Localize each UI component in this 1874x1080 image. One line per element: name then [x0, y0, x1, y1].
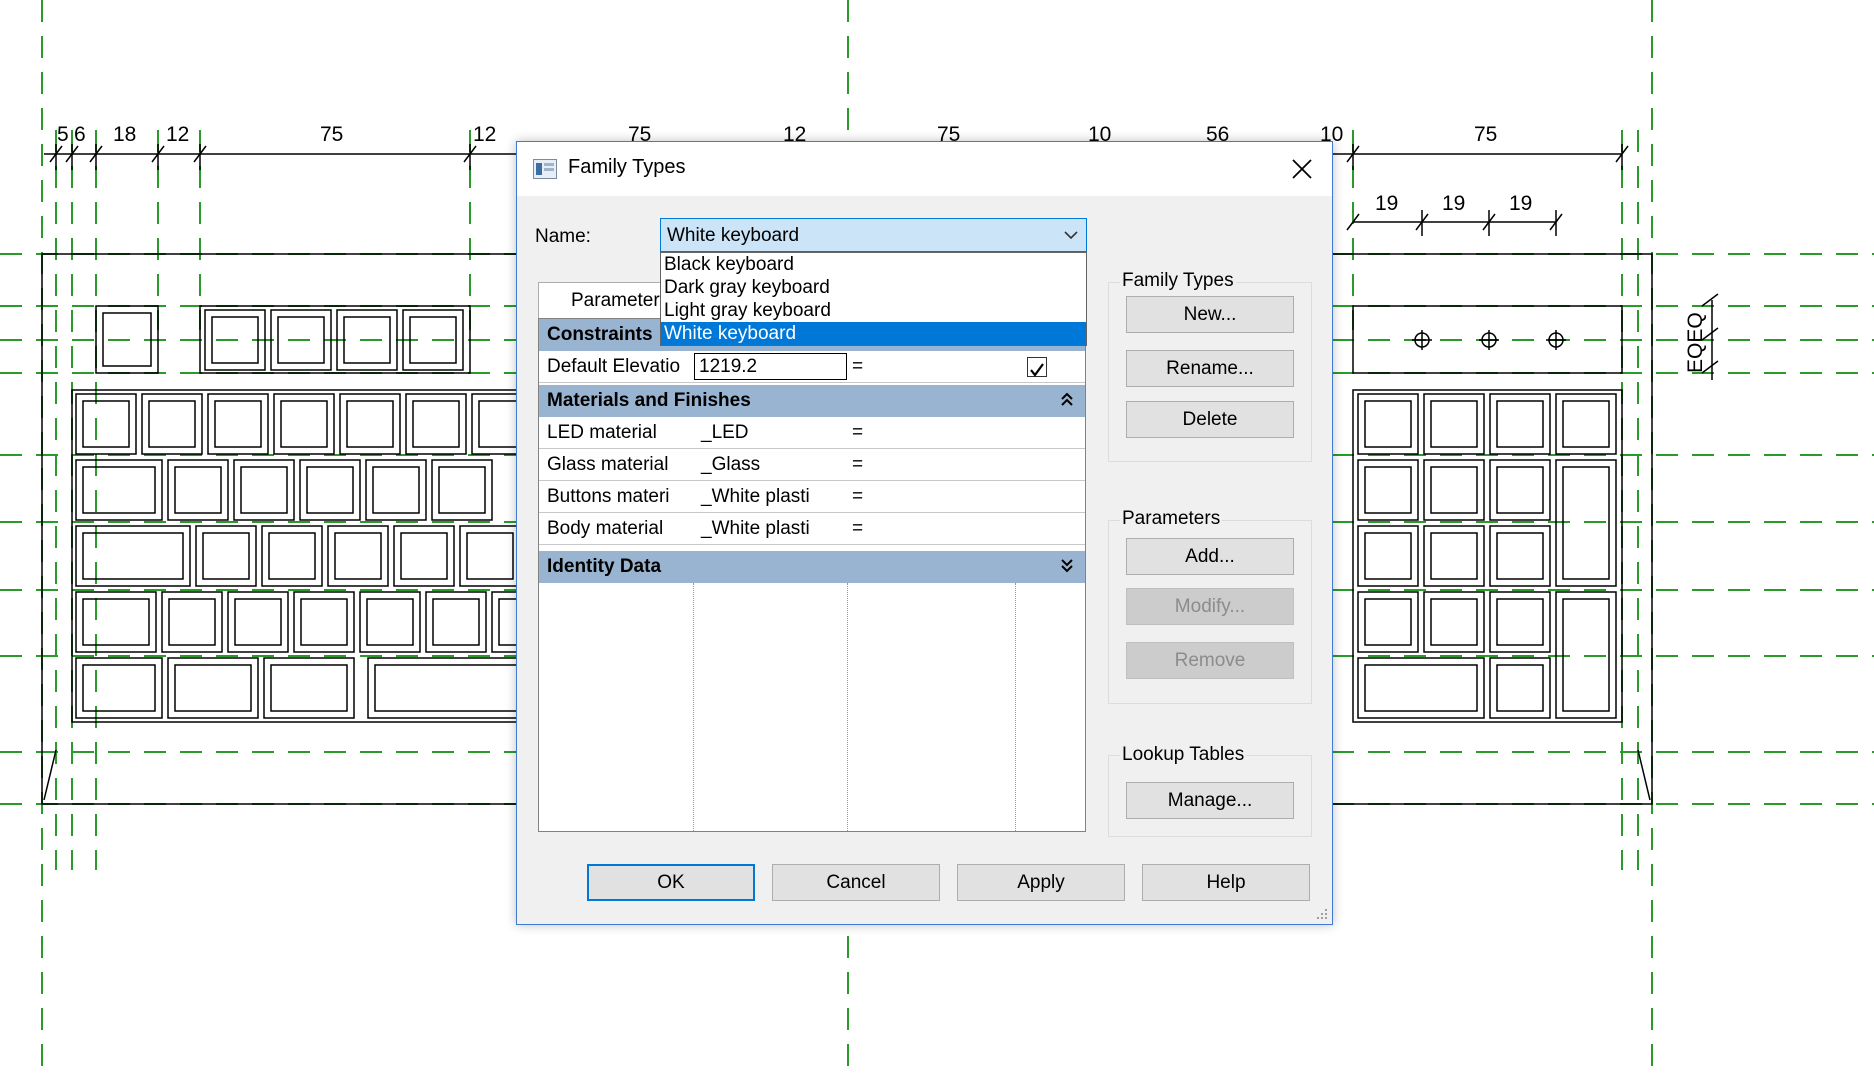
- table-row: Glass material _Glass =: [539, 449, 1085, 481]
- dimension-label: 75: [320, 123, 343, 146]
- column-divider: [847, 583, 848, 831]
- group-header-identity-data[interactable]: Identity Data: [539, 551, 1085, 583]
- close-button[interactable]: [1272, 142, 1332, 196]
- rename-type-button[interactable]: Rename...: [1126, 350, 1294, 387]
- expand-chevron-icon: [1061, 559, 1073, 573]
- dropdown-option-dark-gray-keyboard[interactable]: Dark gray keyboard: [661, 276, 1086, 299]
- dimension-label-eq: EQEQ: [1684, 312, 1707, 373]
- dimension-label: 18: [113, 123, 136, 146]
- param-formula[interactable]: =: [849, 449, 1014, 480]
- help-button[interactable]: Help: [1142, 864, 1310, 901]
- close-icon: [1292, 159, 1312, 179]
- manage-lookup-tables-button[interactable]: Manage...: [1126, 782, 1294, 819]
- param-name: LED material: [547, 422, 657, 443]
- parameters-group-title: Parameters: [1120, 508, 1223, 530]
- param-name: Default Elevatio: [547, 356, 681, 377]
- param-value[interactable]: _Glass: [695, 449, 845, 480]
- family-types-dialog: Family Types Name: White keyboard Black …: [516, 141, 1333, 925]
- dropdown-option-black-keyboard[interactable]: Black keyboard: [661, 253, 1086, 276]
- type-name-dropdown-list: Black keyboard Dark gray keyboard Light …: [660, 252, 1087, 346]
- dimension-label: 75: [1474, 123, 1497, 146]
- type-name-value: White keyboard: [667, 225, 800, 246]
- family-types-icon: [533, 159, 557, 179]
- dimension-label: 19: [1375, 192, 1398, 215]
- lookup-tables-group-title: Lookup Tables: [1120, 744, 1247, 766]
- param-formula[interactable]: =: [849, 351, 1014, 382]
- checkmark-icon: [1030, 363, 1044, 377]
- parameters-grid: Constraints Default Elevatio 1219.2 = Ma…: [538, 318, 1086, 832]
- table-row: LED material _LED =: [539, 417, 1085, 449]
- cancel-button[interactable]: Cancel: [772, 864, 940, 901]
- led-indicators: [1412, 330, 1566, 350]
- table-row: Buttons materi _White plasti =: [539, 481, 1085, 513]
- name-label: Name:: [535, 226, 591, 247]
- param-name: Buttons materi: [547, 486, 670, 507]
- collapse-chevron-icon: [1061, 392, 1073, 406]
- elevation-value-input[interactable]: 1219.2: [694, 353, 847, 380]
- dimension-label: 19: [1442, 192, 1465, 215]
- table-row: Default Elevatio 1219.2 =: [539, 351, 1085, 383]
- param-value[interactable]: _White plasti: [695, 513, 845, 544]
- group-header-label: Materials and Finishes: [547, 390, 751, 411]
- param-formula[interactable]: =: [849, 417, 1014, 448]
- dimension-label: 12: [473, 123, 496, 146]
- type-name-combobox[interactable]: White keyboard: [660, 218, 1087, 252]
- ok-button[interactable]: OK: [587, 864, 755, 901]
- new-type-button[interactable]: New...: [1126, 296, 1294, 333]
- family-types-group-title: Family Types: [1120, 270, 1236, 292]
- reporting-checkbox[interactable]: [1027, 357, 1047, 377]
- param-value[interactable]: _LED: [695, 417, 845, 448]
- param-name: Glass material: [547, 454, 669, 475]
- reporting-cell: [1017, 351, 1085, 382]
- dropdown-option-white-keyboard[interactable]: White keyboard: [661, 322, 1086, 345]
- chevron-down-icon: [1064, 231, 1078, 240]
- resize-grip-icon[interactable]: [1314, 906, 1328, 920]
- column-divider: [1015, 583, 1016, 831]
- dimension-label: 5: [57, 123, 69, 146]
- remove-parameter-button[interactable]: Remove: [1126, 642, 1294, 679]
- param-formula[interactable]: =: [849, 513, 1014, 544]
- add-parameter-button[interactable]: Add...: [1126, 538, 1294, 575]
- dimension-label: 12: [166, 123, 189, 146]
- dimension-label: 6: [74, 123, 86, 146]
- group-header-label: Identity Data: [547, 556, 662, 577]
- apply-button[interactable]: Apply: [957, 864, 1125, 901]
- param-name: Body material: [547, 518, 664, 539]
- delete-type-button[interactable]: Delete: [1126, 401, 1294, 438]
- group-header-materials-and-finishes[interactable]: Materials and Finishes: [539, 385, 1085, 417]
- table-row: Body material _White plasti =: [539, 513, 1085, 545]
- dialog-title: Family Types: [568, 156, 686, 178]
- dialog-titlebar[interactable]: Family Types: [517, 142, 1332, 196]
- column-divider: [693, 583, 694, 831]
- dropdown-option-light-gray-keyboard[interactable]: Light gray keyboard: [661, 299, 1086, 322]
- param-formula[interactable]: =: [849, 481, 1014, 512]
- param-value[interactable]: _White plasti: [695, 481, 845, 512]
- dimension-label: 19: [1509, 192, 1532, 215]
- modify-parameter-button[interactable]: Modify...: [1126, 588, 1294, 625]
